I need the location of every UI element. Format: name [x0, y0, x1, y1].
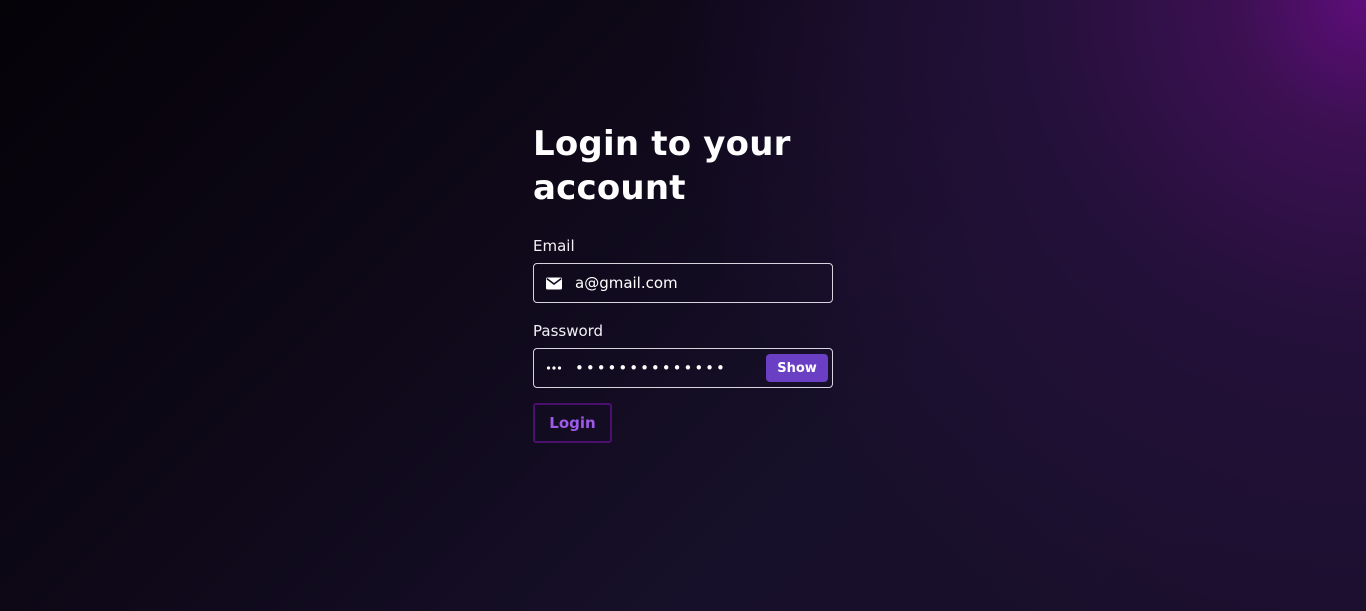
ellipsis-icon	[546, 360, 562, 376]
envelope-icon	[546, 275, 562, 291]
login-button[interactable]: Login	[533, 403, 612, 443]
login-panel: Login to your account Email Password Sho…	[533, 122, 833, 443]
password-input[interactable]	[575, 356, 766, 380]
show-password-button[interactable]: Show	[766, 354, 828, 382]
email-label: Email	[533, 237, 575, 255]
email-input[interactable]	[575, 271, 832, 295]
email-field[interactable]	[533, 263, 833, 303]
password-field[interactable]: Show	[533, 348, 833, 388]
password-label: Password	[533, 322, 604, 340]
page-title: Login to your account	[533, 124, 791, 208]
